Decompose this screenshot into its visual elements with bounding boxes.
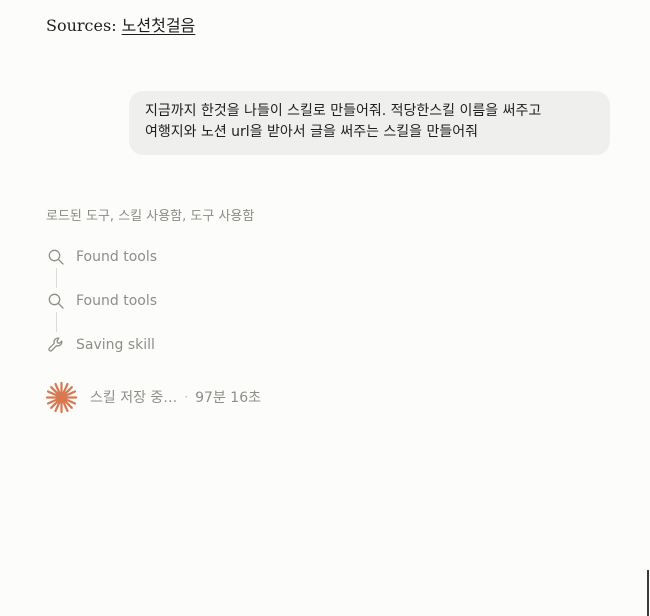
scrollbar-thumb[interactable] <box>647 570 649 616</box>
step-connector <box>56 268 57 288</box>
step-connector <box>56 312 57 332</box>
elapsed-time: 97분 16초 <box>195 390 261 406</box>
search-icon <box>46 291 66 311</box>
sources-prefix: Sources: <box>46 16 117 35</box>
user-message-bubble: 지금까지 한것을 나들이 스킬로 만들어줘. 적당한스킬 이름을 써주고 여행지… <box>129 91 610 155</box>
tool-step-label: Saving skill <box>76 337 155 353</box>
user-message-line: 여행지와 노션 url을 받아서 글을 써주는 스킬을 만들어줘 <box>145 124 479 140</box>
source-link[interactable]: 노션첫걸음 <box>122 16 196 35</box>
user-message-line: 지금까지 한것을 나들이 스킬로 만들어줘. 적당한스킬 이름을 써주고 <box>145 103 542 119</box>
status-separator: · <box>184 390 189 404</box>
wrench-icon <box>46 335 66 355</box>
tool-step-label: Found tools <box>76 293 158 309</box>
tool-step-found-tools: Found tools <box>46 246 157 268</box>
tools-summary-toggle[interactable]: 로드된 도구, 스킬 사용함, 도구 사용함 <box>46 205 254 224</box>
tool-step-found-tools: Found tools <box>46 290 157 312</box>
spark-icon <box>45 381 78 414</box>
sources-line: Sources: 노션첫걸음 <box>46 12 195 36</box>
search-icon <box>46 247 66 267</box>
status-row: 스킬 저장 중… · 97분 16초 <box>45 380 261 414</box>
status-text: 스킬 저장 중… <box>90 390 178 406</box>
tool-step-saving-skill: Saving skill <box>46 334 155 356</box>
tool-step-label: Found tools <box>76 249 158 265</box>
